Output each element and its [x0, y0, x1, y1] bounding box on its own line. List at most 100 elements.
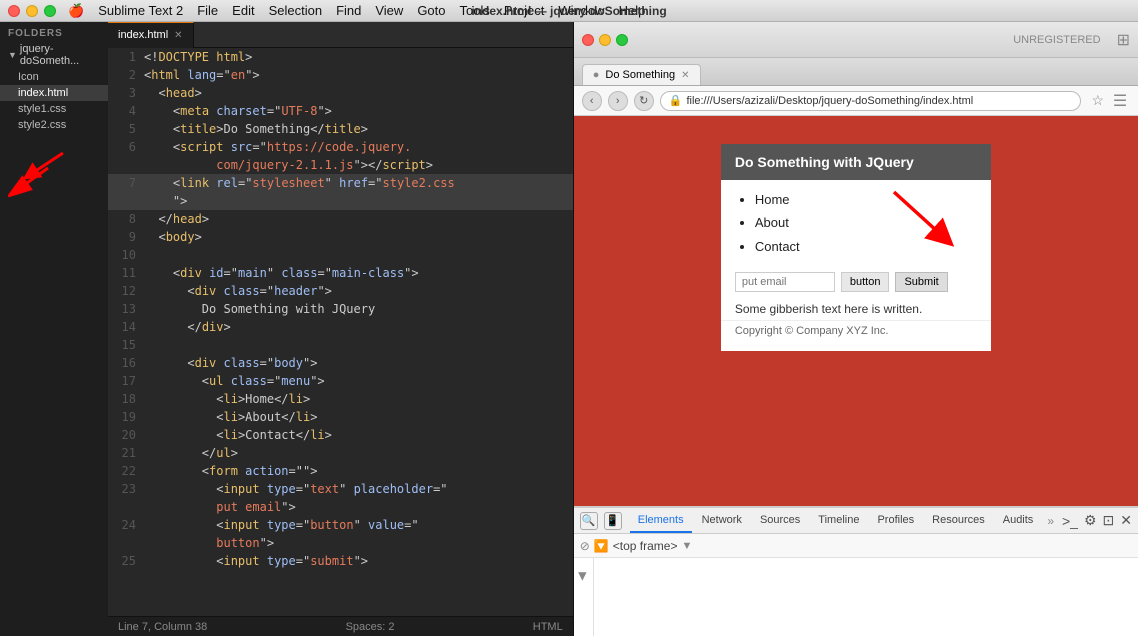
- menu-view[interactable]: View: [375, 3, 403, 19]
- code-area[interactable]: 1 <!DOCTYPE html> 2 <html lang="en"> 3 <…: [108, 48, 573, 616]
- sublime-panel: FOLDERS ▼ jquery-doSometh... Icon index.…: [0, 22, 574, 636]
- stop-icon[interactable]: ⊘: [580, 539, 590, 553]
- sidebar-item-style2-label: style2.css: [18, 119, 66, 131]
- close-button[interactable]: [8, 5, 20, 17]
- code-line-17: 17 <ul class="menu">: [108, 372, 573, 390]
- code-line-24: 24 <input type="button" value=" button">: [108, 516, 573, 552]
- devtools-tab-sources[interactable]: Sources: [752, 509, 808, 533]
- browser-tab-title: Do Something: [605, 69, 675, 81]
- app-container: FOLDERS ▼ jquery-doSometh... Icon index.…: [0, 22, 1138, 636]
- tab-close-button[interactable]: ✕: [174, 30, 182, 41]
- devtools-tab-audits[interactable]: Audits: [995, 509, 1042, 533]
- browser-close[interactable]: [582, 34, 594, 46]
- minimize-button[interactable]: [26, 5, 38, 17]
- devtools-tab-network[interactable]: Network: [694, 509, 750, 533]
- folder-name[interactable]: jquery-doSometh...: [20, 43, 100, 67]
- code-line-3: 3 <head>: [108, 84, 573, 102]
- folder-arrow: ▼: [8, 50, 17, 60]
- lock-icon: 🔒: [669, 94, 683, 107]
- url-text: file:///Users/azizali/Desktop/jquery-doS…: [686, 95, 973, 107]
- sidebar-item-icon[interactable]: Icon: [0, 69, 108, 85]
- code-line-4: 4 <meta charset="UTF-8">: [108, 102, 573, 120]
- devtools-search-icon[interactable]: 🔍: [580, 512, 598, 530]
- devtools-toolbar: ⊘ 🔽 <top frame> ▼: [574, 534, 1138, 558]
- email-input[interactable]: [735, 272, 835, 292]
- code-line-25: 25 <input type="submit">: [108, 552, 573, 570]
- devtools-tab-profiles[interactable]: Profiles: [869, 509, 922, 533]
- code-line-9: 9 <body>: [108, 228, 573, 246]
- devtools-tab-timeline[interactable]: Timeline: [810, 509, 867, 533]
- folder-item[interactable]: ▼ jquery-doSometh...: [0, 41, 108, 69]
- devtools-more-tabs[interactable]: »: [1043, 514, 1058, 528]
- sidebar-item-icon-label: Icon: [18, 71, 39, 83]
- tab-bar: index.html ✕: [108, 22, 573, 48]
- menu-item-contact: Contact: [755, 235, 977, 258]
- code-line-11: 11 <div id="main" class="main-class">: [108, 264, 573, 282]
- submit-input[interactable]: Submit: [895, 272, 947, 292]
- menu-apple[interactable]: 🍎: [68, 3, 84, 19]
- preview-box: Do Something with JQuery Home About Cont…: [721, 144, 991, 351]
- frame-dropdown[interactable]: ▼: [681, 540, 692, 552]
- sidebar-toggle[interactable]: ⊞: [1117, 30, 1130, 50]
- code-line-16: 16 <div class="body">: [108, 354, 573, 372]
- sidebar-item-index[interactable]: index.html: [0, 85, 108, 101]
- sidebar-item-style1[interactable]: style1.css: [0, 101, 108, 117]
- browser-tab[interactable]: ● Do Something ✕: [582, 64, 701, 85]
- devtools-tab-elements[interactable]: Elements: [630, 509, 692, 533]
- os-titlebar: 🍎 Sublime Text 2 File Edit Selection Fin…: [0, 0, 1138, 22]
- code-line-12: 12 <div class="header">: [108, 282, 573, 300]
- url-bar[interactable]: 🔒 file:///Users/azizali/Desktop/jquery-d…: [660, 91, 1082, 111]
- menu-goto[interactable]: Goto: [417, 3, 445, 19]
- status-bar: Line 7, Column 38 Spaces: 2 HTML: [108, 616, 573, 636]
- code-line-22: 22 <form action="">: [108, 462, 573, 480]
- code-line-8: 8 </head>: [108, 210, 573, 228]
- forward-button[interactable]: ›: [608, 91, 628, 111]
- maximize-button[interactable]: [44, 5, 56, 17]
- menu-item-about: About: [755, 211, 977, 234]
- sidebar-item-style2[interactable]: style2.css: [0, 117, 108, 133]
- devtools-close-icon[interactable]: ✕: [1120, 512, 1132, 529]
- code-line-23: 23 <input type="text" placeholder=" put …: [108, 480, 573, 516]
- refresh-button[interactable]: ↻: [634, 91, 654, 111]
- code-line-7: 7 <link rel="stylesheet" href="style2.cs…: [108, 174, 573, 210]
- folders-label: FOLDERS: [0, 22, 108, 41]
- code-line-20: 20 <li>Contact</li>: [108, 426, 573, 444]
- menu-edit[interactable]: Edit: [232, 3, 254, 19]
- browser-content: Do Something with JQuery Home About Cont…: [574, 116, 1138, 506]
- devtools-settings-icon[interactable]: ⚙: [1084, 512, 1097, 529]
- button-input[interactable]: button: [841, 272, 890, 292]
- back-button[interactable]: ‹: [582, 91, 602, 111]
- tab-index-html[interactable]: index.html ✕: [108, 22, 194, 48]
- code-line-1: 1 <!DOCTYPE html>: [108, 48, 573, 66]
- app-title: index.html — jquery-doSomething: [471, 4, 666, 18]
- extensions-icon[interactable]: ☰: [1110, 91, 1130, 111]
- sidebar-item-style1-label: style1.css: [18, 103, 66, 115]
- expand-arrow[interactable]: ▶: [577, 572, 590, 580]
- code-line-2: 2 <html lang="en">: [108, 66, 573, 84]
- spaces-info: Spaces: 2: [346, 621, 395, 633]
- filter-icon[interactable]: 🔽: [594, 539, 609, 553]
- menu-selection[interactable]: Selection: [269, 3, 322, 19]
- sidebar: FOLDERS ▼ jquery-doSometh... Icon index.…: [0, 22, 108, 636]
- menu-app[interactable]: Sublime Text 2: [98, 3, 183, 19]
- devtools-layout-icon[interactable]: ⊡: [1103, 512, 1115, 529]
- browser-tab-icon: ●: [593, 69, 600, 81]
- menu-file[interactable]: File: [197, 3, 218, 19]
- code-line-5: 5 <title>Do Something</title>: [108, 120, 573, 138]
- preview-form: button Submit: [721, 266, 991, 298]
- menu-find[interactable]: Find: [336, 3, 361, 19]
- devtools: 🔍 📱 Elements Network Sources Timeline Pr…: [574, 506, 1138, 636]
- devtools-mobile-icon[interactable]: 📱: [604, 512, 622, 530]
- sidebar-item-index-label: index.html: [18, 87, 68, 99]
- browser-minimize[interactable]: [599, 34, 611, 46]
- preview-menu: Home About Contact: [721, 180, 991, 266]
- browser-maximize[interactable]: [616, 34, 628, 46]
- frame-label: <top frame>: [613, 539, 678, 553]
- bookmark-icon[interactable]: ☆: [1091, 92, 1104, 109]
- preview-header: Do Something with JQuery: [721, 144, 991, 180]
- menu-item-home: Home: [755, 188, 977, 211]
- browser-tab-close[interactable]: ✕: [681, 70, 689, 81]
- devtools-console-icon[interactable]: >_: [1062, 513, 1078, 529]
- footer-text: Copyright © Company XYZ Inc.: [721, 320, 991, 341]
- devtools-tab-resources[interactable]: Resources: [924, 509, 993, 533]
